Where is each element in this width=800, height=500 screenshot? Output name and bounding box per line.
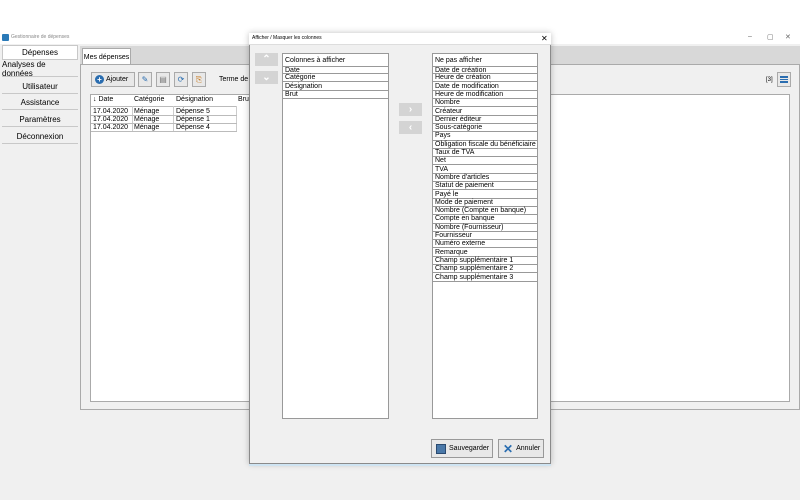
refresh-button[interactable]: ⟳ [174,72,188,87]
dialog-close-icon[interactable]: ✕ [541,34,548,43]
refresh-icon: ⟳ [177,75,185,84]
add-button[interactable]: + Ajouter [91,72,135,87]
list-item[interactable]: Taux de TVA [433,149,537,158]
list-item[interactable]: Catégorie [283,74,388,83]
list-item[interactable]: Net [433,157,537,166]
delete-button[interactable]: ▤ [156,72,170,87]
app-logo-icon [2,34,9,41]
list-item[interactable]: Date de modification [433,83,537,91]
add-icon: + [95,75,104,84]
list-item[interactable]: Pays [433,132,537,141]
list-item[interactable]: Champ supplémentaire 1 [433,257,537,266]
hamburger-icon [780,76,788,78]
list-item[interactable]: Nombre d'articles [433,174,537,183]
list-item[interactable]: Nombre (Compte en banque) [433,207,537,216]
table-cell[interactable]: 17.04.2020 [93,116,128,123]
dialog-title: Afficher / Masquer les colonnes [252,35,322,41]
column-header-categorie[interactable]: Catégorie [134,96,164,103]
sidebar-item-parametres[interactable]: Paramètres [2,112,78,127]
add-button-label: Ajouter [106,76,129,83]
list-item[interactable]: Heure de modification [433,91,537,100]
list-item[interactable]: Statut de paiement [433,182,537,191]
list-item[interactable]: Date [283,66,388,75]
list-item[interactable]: Fournisseur [433,232,537,241]
list-item[interactable]: Obligation fiscale du bénéficiaire [433,141,537,149]
move-left-button[interactable]: ‹ [399,121,422,134]
table-cell[interactable]: Ménage [134,116,159,123]
cancel-button-label: Annuler [516,445,541,452]
list-item[interactable]: Champ supplémentaire 3 [433,274,537,282]
list-item[interactable]: Compte en banque [433,215,537,224]
list-item[interactable]: Nombre (Fournisseur) [433,224,537,232]
list-item[interactable]: Remarque [433,249,537,257]
list-item[interactable]: Payé le [433,191,537,199]
list-item[interactable]: Mode de paiement [433,199,537,207]
table-cell[interactable]: Ménage [134,124,159,131]
column-header-designation[interactable]: Désignation [176,96,213,103]
copy-button[interactable]: ⎘ [192,72,206,87]
copy-icon: ⎘ [195,74,203,84]
list-item[interactable]: Brut [283,91,388,100]
table-cell[interactable]: Dépense 1 [176,116,210,123]
shown-columns-header: Colonnes à afficher [285,57,346,64]
column-header-brut[interactable]: Bru [238,96,249,103]
move-right-button[interactable]: › [399,103,422,116]
edit-button[interactable]: ✎ [138,72,152,87]
sidebar-item-analyses[interactable]: Analyses de données [2,60,78,78]
table-cell[interactable]: Dépense 4 [176,124,210,131]
move-up-button[interactable]: ⌃ [255,53,278,66]
chevron-up-icon: ⌃ [262,54,271,65]
cancel-button[interactable]: ✕ Annuler [498,439,544,458]
close-window-icon[interactable]: ✕ [785,33,791,41]
sidebar-item-deconnexion[interactable]: Déconnexion [2,129,78,144]
sidebar-item-utilisateur[interactable]: Utilisateur [2,79,78,94]
sidebar-item-assistance[interactable]: Assistance [2,95,78,110]
window-title: Gestionnaire de dépenses [11,34,70,40]
move-down-button[interactable]: ⌄ [255,71,278,84]
table-cell[interactable]: 17.04.2020 [93,108,128,115]
save-button-label: Sauvegarder [449,445,490,452]
list-item[interactable]: Créateur [433,108,537,116]
edit-icon: ✎ [141,75,149,84]
table-cell[interactable]: 17.04.2020 [93,124,128,131]
tab-mes-depenses[interactable]: Mes dépenses [82,48,131,65]
chevron-right-icon: › [408,104,413,115]
column-header-date[interactable]: ↓ Date [93,96,113,103]
sidebar-item-depenses[interactable]: Dépenses [2,45,78,60]
sidebar: Dépenses Analyses de données Utilisateur… [0,44,78,154]
search-term-label: Terme de [219,76,249,83]
save-icon [436,443,446,454]
save-button[interactable]: Sauvegarder [431,439,493,458]
row-count-badge: [3] [766,77,773,83]
shown-columns-list [282,53,389,419]
list-item[interactable]: Heure de création [433,74,537,83]
list-item[interactable]: Numéro externe [433,240,537,249]
list-item[interactable]: Sous-catégorie [433,124,537,133]
chevron-down-icon: ⌄ [262,72,271,83]
list-item[interactable]: Désignation [283,83,388,91]
chevron-left-icon: ‹ [408,122,413,133]
list-item[interactable]: Date de création [433,66,537,75]
cancel-icon: ✕ [503,441,514,456]
menu-button[interactable] [777,72,791,87]
list-item[interactable]: Dernier éditeur [433,116,537,124]
delete-icon: ▤ [159,75,167,84]
minimize-icon[interactable]: – [748,33,752,40]
list-item[interactable]: Nombre [433,99,537,108]
list-item[interactable]: TVA [433,166,537,174]
table-cell[interactable]: Dépense 5 [176,108,210,115]
list-item[interactable]: Champ supplémentaire 2 [433,265,537,274]
hidden-columns-header: Ne pas afficher [435,57,482,64]
maximize-icon[interactable]: ▢ [767,33,774,41]
table-cell[interactable]: Ménage [134,108,159,115]
